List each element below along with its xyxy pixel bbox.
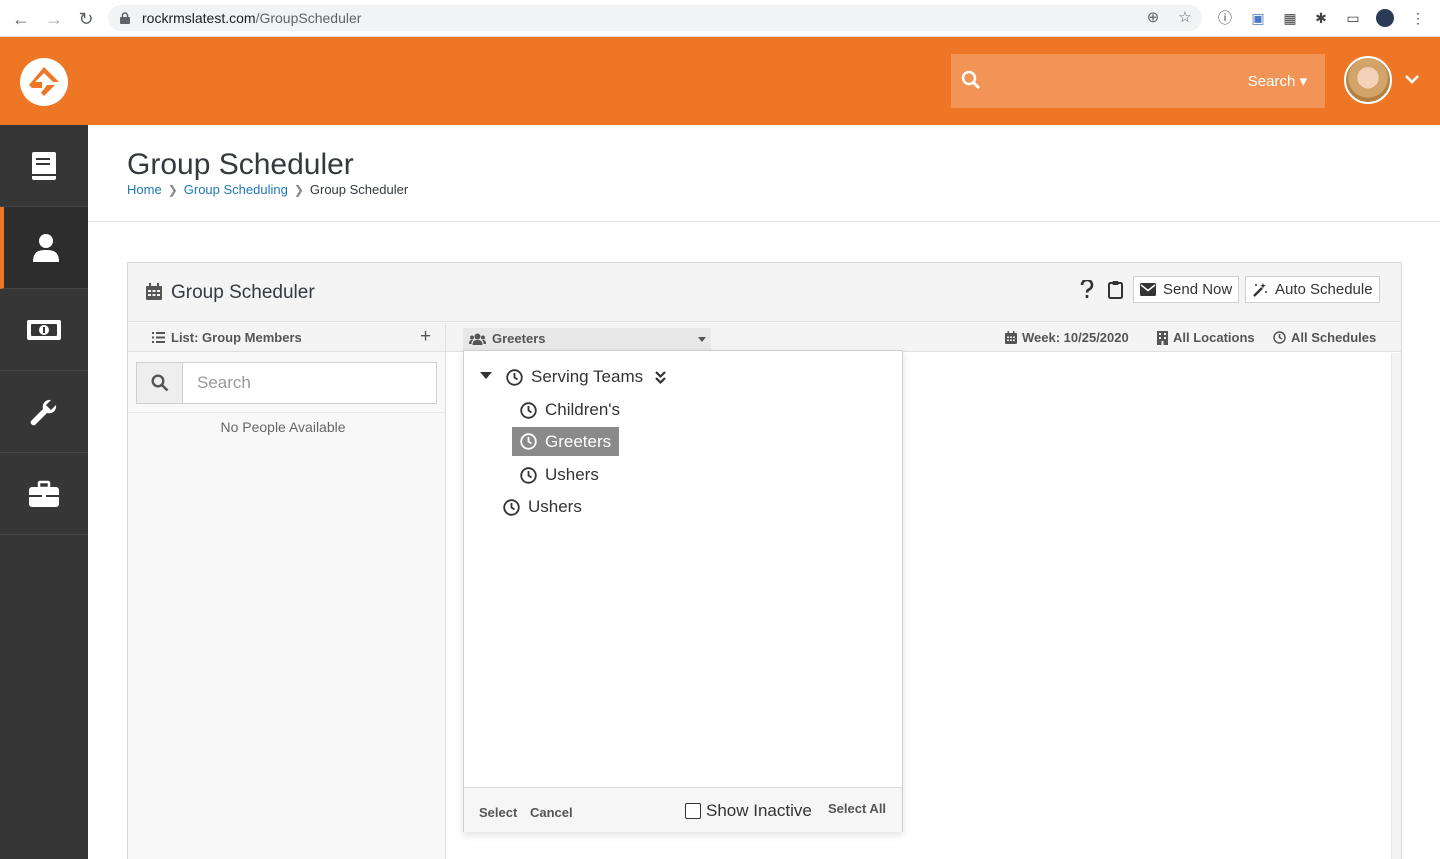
clock-icon bbox=[520, 466, 537, 484]
briefcase-icon bbox=[29, 480, 59, 507]
breadcrumb: Home ❯ Group Scheduling ❯ Group Schedule… bbox=[127, 182, 408, 197]
forward-arrow-icon[interactable]: → bbox=[43, 8, 65, 30]
extension-calendar-icon[interactable]: ▦ bbox=[1281, 9, 1299, 27]
locations-filter[interactable]: All Locations bbox=[1157, 330, 1255, 345]
tree-item-ushers[interactable]: Ushers bbox=[503, 493, 582, 521]
tree-item-serving-teams[interactable]: Serving Teams bbox=[506, 363, 667, 391]
user-avatar[interactable] bbox=[1344, 56, 1392, 104]
schedule-filter-bar: Greeters Week: 10/25/2020 All Locations … bbox=[446, 323, 1401, 352]
select-all-button[interactable]: Select All bbox=[828, 801, 886, 816]
tree-item-childrens[interactable]: Children's bbox=[520, 396, 620, 424]
rock-logo-icon[interactable] bbox=[20, 58, 68, 106]
divider bbox=[128, 412, 445, 413]
member-search-input[interactable] bbox=[184, 363, 436, 403]
checkbox-icon[interactable] bbox=[685, 803, 701, 819]
address-bar[interactable]: rockrmslatest.com/GroupScheduler ⊕ ☆ bbox=[108, 5, 1202, 31]
cancel-button[interactable]: Cancel bbox=[530, 805, 573, 820]
page-title: Group Scheduler bbox=[127, 148, 354, 181]
lock-icon bbox=[120, 12, 130, 24]
clock-icon bbox=[503, 498, 520, 516]
clock-icon bbox=[506, 368, 523, 386]
tree-item-ushers-child[interactable]: Ushers bbox=[520, 461, 599, 489]
auto-schedule-button[interactable]: Auto Schedule bbox=[1245, 276, 1380, 303]
global-search[interactable]: Search ▾ bbox=[951, 54, 1325, 108]
address-text: rockrmslatest.com/GroupScheduler bbox=[142, 10, 362, 26]
collapse-caret-icon[interactable] bbox=[480, 372, 492, 379]
users-icon bbox=[469, 333, 486, 345]
clock-icon bbox=[520, 401, 537, 419]
extension-window-icon[interactable]: ▣ bbox=[1249, 9, 1267, 27]
extensions-puzzle-icon[interactable]: ✱ bbox=[1312, 9, 1330, 27]
back-arrow-icon[interactable]: ← bbox=[10, 8, 32, 30]
profile-avatar-icon[interactable] bbox=[1376, 9, 1394, 27]
browser-menu-icon[interactable]: ⋮ bbox=[1409, 9, 1427, 27]
top-header: Search ▾ bbox=[0, 37, 1440, 125]
clipboard-icon[interactable] bbox=[1106, 279, 1124, 299]
extension-info-icon[interactable]: ⓘ bbox=[1216, 9, 1234, 27]
select-button[interactable]: Select bbox=[479, 805, 517, 820]
search-icon bbox=[961, 70, 980, 89]
member-search bbox=[136, 362, 437, 404]
reload-icon[interactable]: ↻ bbox=[75, 8, 97, 30]
book-icon bbox=[32, 151, 56, 180]
breadcrumb-group-scheduling[interactable]: Group Scheduling bbox=[184, 182, 288, 197]
search-icon bbox=[150, 374, 168, 392]
magic-wand-icon bbox=[1253, 282, 1267, 297]
zoom-icon[interactable]: ⊕ bbox=[1144, 9, 1162, 27]
chevron-down-icon[interactable] bbox=[1403, 70, 1421, 88]
nav-item-finance[interactable] bbox=[0, 289, 88, 371]
tree-item-greeters[interactable]: Greeters bbox=[512, 427, 620, 456]
nav-item-content[interactable] bbox=[0, 125, 88, 207]
search-type-dropdown[interactable]: Search ▾ bbox=[1248, 72, 1307, 90]
breadcrumb-chevron-icon: ❯ bbox=[167, 182, 178, 197]
list-header: List: Group Members + bbox=[128, 323, 445, 352]
breadcrumb-home[interactable]: Home bbox=[127, 182, 162, 197]
clock-icon bbox=[1273, 331, 1286, 344]
browser-toolbar: ← → ↻ rockrmslatest.com/GroupScheduler ⊕… bbox=[0, 0, 1440, 37]
calendar-icon bbox=[1005, 331, 1017, 344]
dropdown-footer: Select Cancel Show Inactive Select All bbox=[464, 787, 902, 832]
panel-title: Group Scheduler bbox=[171, 282, 315, 303]
nav-item-people[interactable] bbox=[0, 207, 88, 289]
cast-icon[interactable]: ▭ bbox=[1344, 9, 1362, 27]
scrollbar[interactable] bbox=[1391, 353, 1401, 859]
wrench-icon bbox=[30, 399, 57, 425]
money-icon bbox=[27, 319, 61, 340]
add-icon[interactable]: + bbox=[420, 327, 431, 346]
person-icon bbox=[33, 233, 59, 262]
show-inactive-checkbox[interactable]: Show Inactive bbox=[685, 801, 812, 821]
panel-heading: Group Scheduler Send Now Auto Schedule bbox=[128, 263, 1401, 322]
question-icon[interactable] bbox=[1078, 279, 1096, 299]
envelope-icon bbox=[1140, 283, 1156, 296]
bookmark-star-icon[interactable]: ☆ bbox=[1176, 9, 1194, 27]
calendar-icon bbox=[146, 283, 162, 300]
list-title[interactable]: List: Group Members bbox=[171, 330, 302, 345]
list-icon bbox=[152, 332, 165, 343]
nav-item-admin[interactable] bbox=[0, 453, 88, 535]
breadcrumb-chevron-icon: ❯ bbox=[293, 182, 304, 197]
search-addon bbox=[137, 363, 183, 403]
expand-all-icon[interactable] bbox=[654, 370, 667, 385]
divider bbox=[88, 221, 1440, 222]
group-picker-dropdown: Serving Teams Children's Greeters Ushers… bbox=[463, 350, 903, 832]
week-filter[interactable]: Week: 10/25/2020 bbox=[1005, 330, 1129, 345]
group-picker-value: Greeters bbox=[492, 331, 546, 346]
side-navigation bbox=[0, 125, 88, 859]
empty-state-text: No People Available bbox=[220, 419, 346, 435]
send-now-button[interactable]: Send Now bbox=[1133, 276, 1240, 303]
breadcrumb-current: Group Scheduler bbox=[309, 182, 409, 197]
group-members-column: List: Group Members + No People Availabl… bbox=[128, 323, 446, 859]
group-picker[interactable]: Greeters bbox=[463, 328, 711, 350]
building-icon bbox=[1157, 330, 1168, 345]
nav-item-tools[interactable] bbox=[0, 371, 88, 453]
schedules-filter[interactable]: All Schedules bbox=[1273, 330, 1376, 345]
logo-mark-icon bbox=[29, 67, 59, 96]
clock-icon bbox=[520, 433, 537, 450]
caret-down-icon bbox=[698, 337, 706, 342]
